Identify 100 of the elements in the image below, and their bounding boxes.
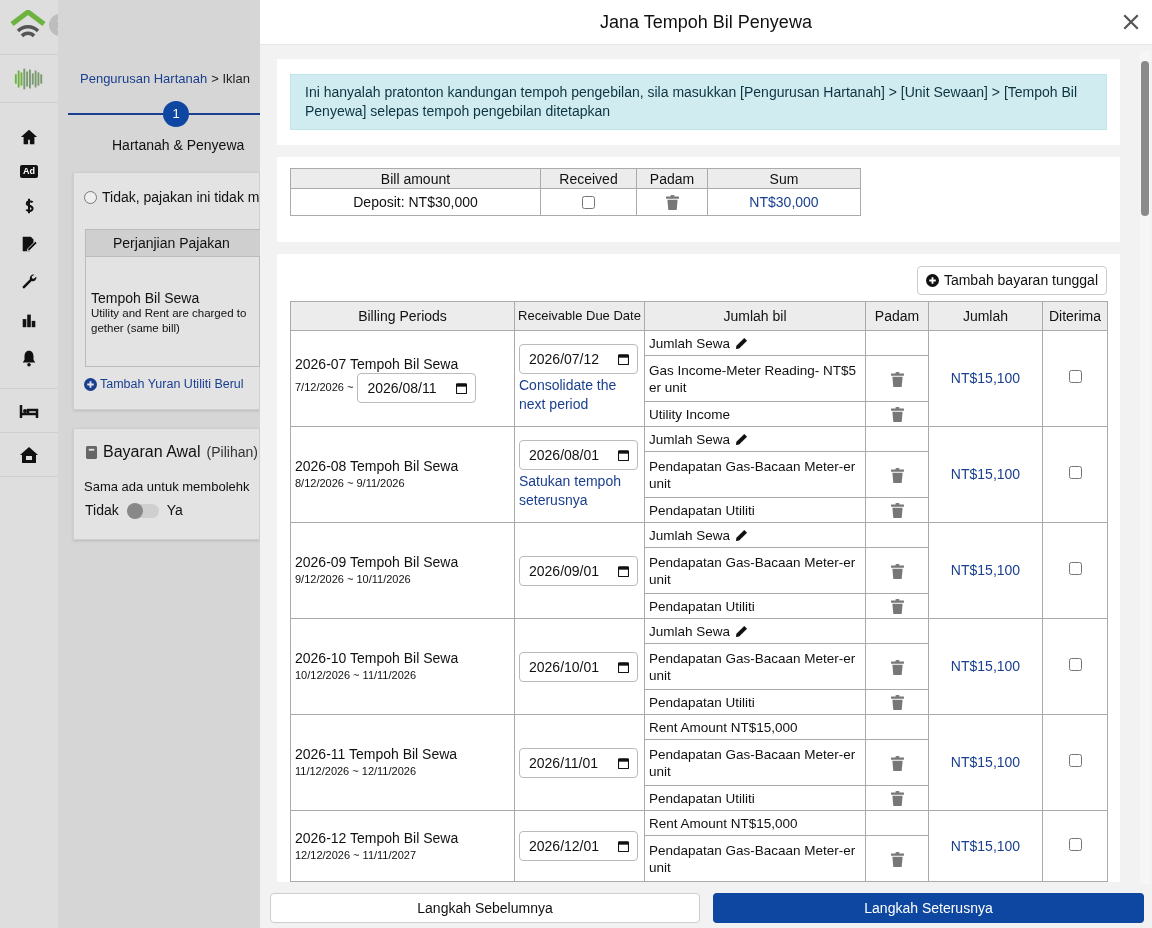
step-number: 1 — [163, 101, 189, 127]
bill-item-label: Pendapatan Gas-Bacaan Meter-er unit — [649, 746, 856, 779]
delete-button[interactable] — [890, 503, 904, 519]
previous-step-button[interactable]: Langkah Sebelumnya — [270, 893, 700, 923]
column-header: Diterima — [1042, 301, 1108, 331]
period-title: 2026-09 Tempoh Bil Sewa — [295, 553, 460, 572]
question-text: Sama ada untuk membolehk — [84, 478, 250, 496]
checkbox[interactable] — [1068, 658, 1082, 671]
date-field[interactable]: 2026/11/01 — [519, 747, 638, 778]
date-field[interactable]: 2026/08/11 — [357, 372, 477, 403]
period-range: 9/12/2026 ~ 10/11/2026 — [295, 572, 411, 588]
edit-button[interactable] — [735, 529, 749, 543]
period-title: 2026-08 Tempoh Bil Sewa — [295, 457, 460, 476]
next-step-button[interactable]: Langkah Seterusnya — [713, 893, 1144, 923]
date-field[interactable]: 2026/10/01 — [519, 651, 638, 682]
checkbox[interactable] — [1068, 370, 1082, 383]
modal-title: Jana Tempoh Bil Penyewa — [600, 10, 812, 34]
add-utility-link[interactable]: Tambah Yuran Utiliti Berul — [84, 375, 244, 394]
delete-button[interactable] — [890, 599, 904, 615]
toggle-on-label: Ya — [166, 501, 183, 520]
bill-item-label: Jumlah Sewa — [649, 623, 731, 639]
edit-button[interactable] — [735, 625, 749, 639]
column-header: Received — [540, 168, 637, 189]
period-range: 7/12/2026 ~ — [295, 380, 354, 396]
bill-item-label: Utility Income — [649, 406, 731, 422]
date-field[interactable]: 2026/08/01 — [519, 439, 638, 470]
document-edit-icon — [20, 235, 38, 253]
breadcrumb-link[interactable]: Pengurusan Hartanah — [80, 69, 208, 89]
bill-item-label: Pendapatan Utiliti — [649, 694, 755, 710]
checkbox[interactable] — [1068, 466, 1082, 479]
delete-button[interactable] — [890, 791, 904, 807]
ad-icon[interactable]: Ad — [20, 165, 38, 178]
edit-button[interactable] — [735, 433, 749, 447]
delete-button[interactable] — [890, 467, 904, 483]
column-header: Jumlah bil — [644, 301, 866, 331]
calendar-icon — [618, 449, 629, 461]
bill-item-label: Rent Amount NT$15,000 — [649, 719, 798, 735]
delete-button[interactable] — [890, 755, 904, 771]
column-header: Padam — [636, 168, 708, 189]
delete-button[interactable] — [890, 407, 904, 423]
table-cell: NT$15,100 — [928, 810, 1043, 882]
agreement-note: Utility and Rent are charged to gether (same bill) — [91, 306, 248, 336]
checkbox[interactable] — [1068, 837, 1082, 851]
table-cell: NT$30,000 — [707, 188, 861, 216]
calendar-icon — [618, 661, 629, 673]
column-header: Receivable Due Date — [514, 301, 645, 331]
bell-icon — [20, 349, 38, 367]
delete-button[interactable] — [890, 563, 904, 579]
date-field[interactable]: 2026/12/01 — [519, 831, 638, 861]
calendar-icon — [618, 757, 629, 769]
checkbox[interactable] — [1068, 754, 1082, 767]
bill-item-label: Jumlah Sewa — [649, 527, 731, 543]
scrollbar[interactable] — [1140, 51, 1150, 884]
wrench-icon — [20, 273, 38, 291]
bill-item-label: Pendapatan Utiliti — [649, 598, 755, 614]
agreement-title: Tempoh Bil Sewa — [91, 289, 200, 308]
table-cell: NT$15,100 — [928, 522, 1043, 619]
close-button[interactable] — [1122, 13, 1140, 31]
period-range: 12/12/2026 ~ 11/11/2027 — [295, 847, 416, 863]
bill-item-label: Pendapatan Utiliti — [649, 502, 755, 518]
toggle-off-label: Tidak — [85, 501, 119, 520]
table-cell: NT$15,100 — [928, 330, 1043, 427]
bill-item-label: Pendapatan Gas-Bacaan Meter-er unit — [649, 650, 856, 683]
step-label: Hartanah & Penyewa — [112, 136, 245, 155]
table-cell: NT$15,100 — [928, 714, 1043, 811]
column-header: Padam — [865, 301, 929, 331]
calendar-icon — [618, 353, 629, 365]
info-notice: Ini hanyalah pratonton kandungan tempoh pengebilan, sila masukkan [Pengurusan Hartanah] > [Unit Sewaan] > [Tempoh Bil Penyewa] selepas tempoh pengebilan ditetapkan — [290, 74, 1107, 130]
bill-item-label: Pendapatan Gas-Bacaan Meter-er unit — [649, 554, 856, 587]
table-cell: NT$15,100 — [928, 618, 1043, 715]
consolidate-link[interactable]: Satukan tempoh seterusnya — [519, 471, 640, 510]
card-title: Bayaran Awal — [103, 442, 201, 462]
delete-button[interactable] — [890, 659, 904, 675]
add-single-payment-button[interactable]: Tambah bayaran tunggal — [916, 266, 1107, 295]
calendar-icon — [618, 565, 629, 577]
bill-item-label: Gas Income-Meter Reading- NT$5 er unit — [649, 362, 857, 395]
delete-button[interactable] — [890, 851, 904, 867]
checkbox[interactable] — [1068, 562, 1082, 575]
delete-button[interactable] — [890, 695, 904, 711]
column-header: Bill amount — [290, 168, 541, 189]
delete-button[interactable] — [665, 195, 679, 211]
checkbox[interactable] — [582, 196, 595, 210]
radio-label: Tidak, pajakan ini tidak m — [102, 188, 260, 207]
delete-button[interactable] — [890, 371, 904, 387]
bill-item-label: Pendapatan Gas-Bacaan Meter-er unit — [649, 458, 856, 491]
date-field[interactable]: 2026/07/12 — [519, 343, 638, 374]
plus-circle-icon — [925, 274, 939, 287]
period-title: 2026-07 Tempoh Bil Sewa — [295, 354, 460, 373]
table-cell: Deposit: NT$30,000 — [290, 188, 541, 216]
period-range: 10/12/2026 ~ 11/11/2026 — [295, 668, 416, 684]
plus-circle-icon — [84, 377, 97, 391]
bill-item-label: Jumlah Sewa — [649, 335, 731, 351]
bill-item-label: Jumlah Sewa — [649, 431, 731, 447]
date-field[interactable]: 2026/09/01 — [519, 555, 638, 586]
period-range: 11/12/2026 ~ 12/11/2026 — [295, 764, 416, 780]
edit-button[interactable] — [735, 337, 749, 351]
bill-item-label: Rent Amount NT$15,000 — [649, 815, 798, 831]
breadcrumb-text: > Iklan — [211, 70, 250, 88]
bill-item-label: Pendapatan Gas-Bacaan Meter-er unit — [649, 842, 856, 875]
consolidate-link[interactable]: Consolidate the next period — [519, 375, 640, 414]
